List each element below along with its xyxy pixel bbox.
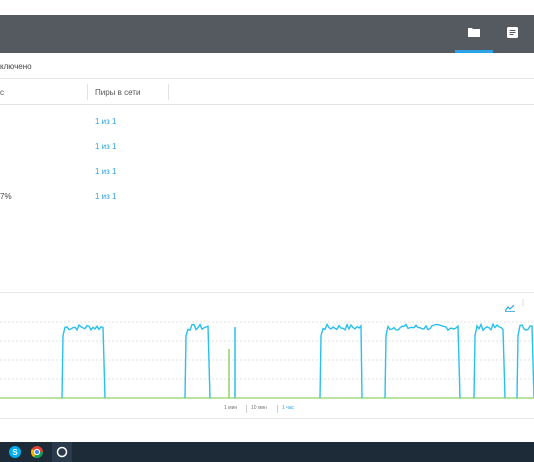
list-icon — [506, 25, 518, 43]
column-header-progress[interactable]: с — [0, 88, 4, 97]
row-peers[interactable]: 1 из 1 — [95, 142, 116, 151]
app-icon[interactable] — [52, 442, 72, 462]
status-bar: ключено — [0, 53, 534, 79]
download-speed-segment-3 — [319, 322, 363, 399]
skype-icon[interactable]: S — [8, 445, 22, 459]
speed-chart-panel: | — [0, 292, 534, 419]
chart-divider: | — [522, 298, 525, 307]
chart-range-selector: 1 мин 10 мин 1 час — [0, 405, 534, 415]
column-divider[interactable] — [168, 84, 169, 100]
range-option-1hour[interactable]: 1 час — [282, 405, 294, 411]
range-option-10min[interactable]: 10 мин — [251, 405, 267, 411]
row-peers[interactable]: 1 из 1 — [95, 192, 116, 201]
window-top-strip — [0, 0, 534, 15]
table-row[interactable]: 1 из 1 — [0, 109, 534, 133]
download-speed-segment-4 — [384, 323, 461, 399]
table-row[interactable]: 1 из 1 — [0, 134, 534, 158]
row-peers[interactable]: 1 из 1 — [95, 167, 116, 176]
row-progress: 7% — [0, 192, 12, 201]
files-tab-button[interactable] — [455, 15, 493, 53]
connection-status: ключено — [0, 62, 32, 71]
column-divider[interactable] — [87, 84, 88, 100]
folder-icon — [468, 24, 480, 42]
range-divider — [246, 405, 247, 413]
table-row[interactable]: 1 из 1 — [0, 159, 534, 183]
chart-gridlines — [0, 321, 534, 380]
table-header: с Пиры в сети — [0, 79, 534, 105]
table-row[interactable]: 7% 1 из 1 — [0, 184, 534, 208]
speed-chart — [0, 321, 534, 399]
svg-text:S: S — [12, 448, 18, 457]
row-peers[interactable]: 1 из 1 — [95, 117, 116, 126]
download-speed-segment-1 — [61, 323, 106, 399]
column-header-peers[interactable]: Пиры в сети — [95, 88, 140, 97]
range-divider — [277, 405, 278, 413]
chrome-icon[interactable] — [30, 445, 44, 459]
log-tab-button[interactable] — [493, 15, 531, 53]
app-header — [0, 15, 534, 53]
download-speed-segment-6 — [516, 324, 534, 399]
download-speed-segment-2 — [184, 323, 211, 399]
range-option-1min[interactable]: 1 мин — [224, 405, 237, 411]
download-speed-segment-5 — [473, 322, 506, 399]
os-taskbar: S — [0, 442, 534, 462]
